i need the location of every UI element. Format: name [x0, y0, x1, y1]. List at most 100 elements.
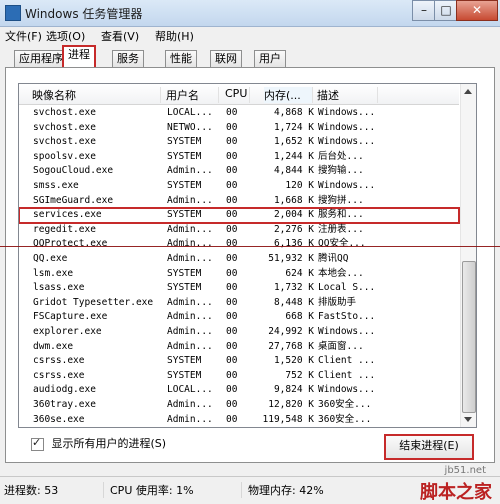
tab-users[interactable]: 用户: [254, 50, 286, 68]
process-cpu: 00: [226, 121, 238, 133]
process-name: services.exe: [33, 209, 102, 221]
process-cpu: 00: [226, 369, 238, 381]
process-row[interactable]: svchost.exe SYSTEM 00 1,652 K Windows...: [19, 135, 459, 150]
process-row[interactable]: explorer.exe Admin... 00 24,992 K Windows...: [19, 325, 459, 340]
process-cpu: 00: [226, 253, 238, 264]
process-memory: 24,992 K: [268, 326, 314, 337]
process-memory: 2,004 K: [273, 209, 314, 221]
status-cpu-usage: CPU 使用率: 1%: [103, 482, 194, 498]
process-cpu: 00: [226, 150, 238, 162]
process-description: QQ安全...: [318, 238, 366, 250]
process-user: Admin...: [167, 311, 213, 323]
process-row[interactable]: csrss.exe SYSTEM 00 752 K Client ...: [19, 369, 459, 384]
tab-networking[interactable]: 联网: [210, 50, 242, 68]
close-button[interactable]: ✕: [456, 0, 498, 21]
show-all-users-checkbox[interactable]: [31, 436, 44, 451]
process-user: SYSTEM: [167, 282, 202, 294]
tab-processes[interactable]: 进程: [62, 45, 96, 70]
process-row[interactable]: spoolsv.exe SYSTEM 00 1,244 K 后台处...: [19, 150, 459, 165]
show-all-users-label: 显示所有用户的进程(S): [51, 437, 167, 450]
process-name: regedit.exe: [33, 223, 96, 235]
column-user-name[interactable]: 用户名: [166, 87, 219, 103]
process-row[interactable]: svchost.exe LOCAL... 00 4,868 K Windows...: [19, 106, 459, 121]
process-name: audiodg.exe: [33, 384, 96, 396]
process-name: Gridot Typesetter.exe: [33, 296, 154, 308]
column-image-name[interactable]: 映像名称: [32, 87, 161, 103]
process-row[interactable]: audiodg.exe LOCAL... 00 9,824 K Windows...: [19, 383, 459, 398]
process-row[interactable]: 360tray.exe Admin... 00 12,820 K 360安全...: [19, 398, 459, 413]
process-cpu: 00: [226, 282, 238, 294]
scroll-thumb[interactable]: [462, 261, 476, 413]
process-name: csrss.exe: [33, 355, 85, 367]
process-row[interactable]: services.exe SYSTEM 00 2,004 K 服务和...: [19, 207, 460, 224]
process-cpu: 00: [226, 399, 238, 410]
status-memory-usage: 物理内存: 42%: [241, 482, 324, 498]
process-cpu: 00: [226, 267, 238, 279]
process-row[interactable]: lsass.exe SYSTEM 00 1,732 K Local S...: [19, 281, 459, 296]
tab-applications[interactable]: 应用程序: [14, 50, 68, 68]
process-user: Admin...: [167, 296, 213, 308]
scroll-down-icon[interactable]: [464, 417, 472, 422]
process-description: Windows...: [318, 384, 376, 396]
column-memory[interactable]: 内存(...: [264, 87, 313, 103]
process-name: csrss.exe: [33, 369, 85, 381]
process-description: 本地会...: [318, 267, 364, 279]
process-user: SYSTEM: [167, 150, 202, 162]
process-cpu: 00: [226, 296, 238, 308]
process-row[interactable]: svchost.exe NETWO... 00 1,724 K Windows...: [19, 121, 459, 136]
show-all-users-option[interactable]: 显示所有用户的进程(S): [31, 435, 166, 451]
menu-help[interactable]: 帮助(H): [155, 28, 194, 44]
process-memory: 27,768 K: [268, 340, 314, 352]
process-row[interactable]: dwm.exe Admin... 00 27,768 K 桌面窗...: [19, 340, 459, 355]
process-description: 腾讯QQ: [318, 253, 349, 264]
process-description: 服务和...: [318, 209, 364, 221]
process-row[interactable]: smss.exe SYSTEM 00 120 K Windows...: [19, 179, 459, 194]
process-description: 桌面窗...: [318, 340, 364, 352]
process-row[interactable]: csrss.exe SYSTEM 00 1,520 K Client ...: [19, 354, 459, 369]
tab-services[interactable]: 服务: [112, 50, 144, 68]
process-row[interactable]: 360se.exe Admin... 00 119,548 K 360安全...: [19, 413, 459, 427]
process-memory: 4,868 K: [273, 107, 314, 118]
process-cpu: 00: [226, 384, 238, 396]
process-memory: 119,548 K: [262, 413, 314, 425]
process-memory: 1,520 K: [273, 355, 314, 367]
process-row[interactable]: FSCapture.exe Admin... 00 668 K FastSto...: [19, 310, 459, 325]
process-row[interactable]: QQ.exe Admin... 00 51,932 K 腾讯QQ: [19, 252, 459, 267]
process-name: lsm.exe: [33, 267, 74, 279]
process-name: QQ.exe: [33, 253, 68, 264]
maximize-button[interactable]: □: [434, 0, 458, 21]
menu-options[interactable]: 选项(O): [46, 28, 85, 44]
process-name: dwm.exe: [33, 340, 74, 352]
process-memory: 4,844 K: [273, 165, 314, 177]
process-description: Windows...: [318, 107, 376, 118]
process-row[interactable]: lsm.exe SYSTEM 00 624 K 本地会...: [19, 267, 459, 282]
process-row[interactable]: SogouCloud.exe Admin... 00 4,844 K 搜狗输...: [19, 164, 459, 179]
process-memory: 120 K: [285, 180, 314, 191]
menu-bar: 文件(F) 选项(O) 查看(V) 帮助(H): [0, 26, 500, 44]
process-cpu: 00: [226, 136, 238, 148]
process-description: Local S...: [318, 282, 376, 294]
process-user: Admin...: [167, 326, 213, 337]
process-row[interactable]: SGImeGuard.exe Admin... 00 1,668 K 搜狗拼...: [19, 194, 459, 209]
end-process-button[interactable]: 结束进程(E): [384, 434, 474, 460]
process-description: Windows...: [318, 121, 376, 133]
minimize-button[interactable]: –: [412, 0, 436, 21]
process-cpu: 00: [226, 209, 238, 221]
process-row[interactable]: QQProtect.exe Admin... 00 6,136 K QQ安全...: [19, 237, 459, 252]
menu-view[interactable]: 查看(V): [101, 28, 139, 44]
process-memory: 668 K: [285, 311, 314, 323]
process-memory: 1,668 K: [273, 194, 314, 206]
process-cpu: 00: [226, 238, 238, 250]
column-description[interactable]: 描述: [317, 87, 378, 103]
process-memory: 1,244 K: [273, 150, 314, 162]
process-row[interactable]: Gridot Typesetter.exe Admin... 00 8,448 K 排版…: [19, 296, 459, 311]
status-process-count: 进程数: 53: [4, 484, 59, 497]
process-description: FastSto...: [318, 311, 376, 323]
tab-performance[interactable]: 性能: [165, 50, 197, 68]
vertical-scrollbar[interactable]: [460, 84, 476, 427]
menu-file[interactable]: 文件(F): [5, 28, 42, 44]
scroll-up-icon[interactable]: [464, 89, 472, 94]
column-cpu[interactable]: CPU: [225, 87, 250, 103]
process-name: smss.exe: [33, 180, 79, 191]
process-row[interactable]: regedit.exe Admin... 00 2,276 K 注册表...: [19, 223, 459, 238]
